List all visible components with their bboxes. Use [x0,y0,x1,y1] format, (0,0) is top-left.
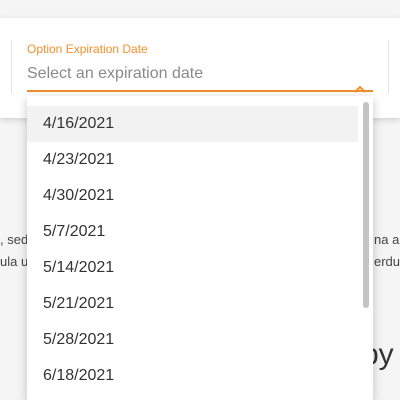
background-text-left-1: , sed [0,232,29,247]
background-text-right-2: erdu [374,254,400,269]
dropdown-option[interactable]: 4/30/2021 [27,178,358,214]
background-text-left-2: ula u [0,254,29,269]
chevron-up-icon[interactable] [353,84,367,94]
dropdown-option[interactable]: 4/16/2021 [27,106,358,142]
background-text-right-1: na a [374,232,400,247]
dropdown-scrollbar-thumb[interactable] [363,102,369,308]
expiration-date-dropdown[interactable]: 4/16/2021 4/23/2021 4/30/2021 5/7/2021 5… [27,96,373,400]
expiration-date-select[interactable] [27,62,373,92]
dropdown-option[interactable]: 5/21/2021 [27,286,358,322]
card-divider-right [388,40,389,94]
expiration-date-label: Option Expiration Date [27,42,148,56]
dropdown-option[interactable]: 4/23/2021 [27,142,358,178]
dropdown-option[interactable]: 5/14/2021 [27,250,358,286]
dropdown-option[interactable]: 5/28/2021 [27,322,358,358]
dropdown-option[interactable]: 6/18/2021 [27,358,358,394]
dropdown-option[interactable]: 5/7/2021 [27,214,358,250]
card-divider-left [11,40,12,94]
